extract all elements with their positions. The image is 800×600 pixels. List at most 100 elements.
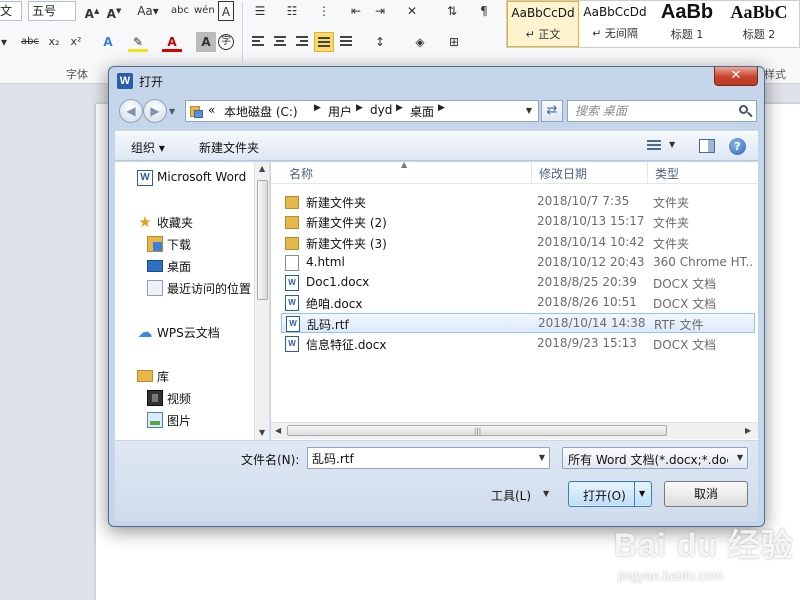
decrease-indent-icon[interactable]: ⇤ <box>346 1 366 21</box>
file-row[interactable]: 4.html 2018/10/12 20:43 360 Chrome HT... <box>281 253 755 273</box>
search-icon[interactable] <box>738 104 753 118</box>
file-name: 4.html <box>306 255 345 269</box>
line-spacing-icon[interactable]: ↕ <box>370 32 390 52</box>
filename-combo[interactable]: ▼ <box>307 447 550 469</box>
align-left-icon[interactable] <box>248 32 268 52</box>
refresh-button[interactable]: ⇄ <box>541 100 563 122</box>
align-center-icon[interactable] <box>270 32 290 52</box>
filetype-select[interactable]: 所有 Word 文档(*.docx;*.docm ▼ <box>562 447 748 469</box>
help-button[interactable]: ? <box>729 138 746 155</box>
breadcrumb-overflow[interactable]: « <box>208 103 215 117</box>
char-shading-icon[interactable]: A <box>196 32 216 52</box>
file-list-hscrollbar[interactable]: ◀ ||| ▶ <box>271 422 758 439</box>
breadcrumb-user[interactable]: dyd <box>370 103 392 117</box>
column-header-name[interactable]: 名称 <box>289 165 313 182</box>
file-row[interactable]: 新建文件夹 2018/10/7 7:35 文件夹 <box>281 192 755 212</box>
increase-indent-icon[interactable]: ⇥ <box>370 1 390 21</box>
breadcrumb-separator-icon[interactable]: ▶ <box>314 103 321 113</box>
preview-pane-button[interactable] <box>699 139 715 153</box>
nav-pane-scrollbar[interactable]: ▲ ▼ <box>254 162 269 440</box>
scroll-left-icon[interactable]: ◀ <box>275 426 281 435</box>
grow-font-icon[interactable]: A▲ <box>82 1 102 21</box>
multilevel-list-icon[interactable]: ⋮ <box>314 1 334 21</box>
filename-input[interactable] <box>308 448 528 468</box>
cancel-button[interactable]: 取消 <box>664 481 748 507</box>
borders-icon[interactable]: ⊞ <box>444 32 464 52</box>
tools-label: 工具(L) <box>491 489 532 503</box>
font-name-combo[interactable]: 文 <box>0 1 22 21</box>
superscript-icon[interactable]: x² <box>66 32 86 52</box>
file-row[interactable]: W 绝咱.docx 2018/8/26 10:51 DOCX 文档 <box>281 293 755 313</box>
font-color-icon[interactable]: A <box>162 32 182 52</box>
font-size-combo[interactable]: 五号 <box>28 1 76 21</box>
bullets-icon[interactable]: ☰ <box>250 1 270 21</box>
underline-dropdown-icon[interactable]: ▾ <box>0 32 14 52</box>
style-heading-1[interactable]: AaBb 标题 1 <box>651 1 723 47</box>
justify-icon[interactable] <box>314 32 334 52</box>
close-button[interactable]: ✕ <box>714 67 758 86</box>
scroll-down-icon[interactable]: ▼ <box>259 428 265 437</box>
dialog-titlebar[interactable]: W 打开 ✕ <box>109 67 764 95</box>
address-dropdown-icon[interactable]: ▼ <box>526 106 532 115</box>
style-no-spacing[interactable]: AaBbCcDd ↵ 无间隔 <box>579 1 651 47</box>
breadcrumb-desktop[interactable]: 桌面 <box>410 103 434 120</box>
scroll-up-icon[interactable]: ▲ <box>259 164 265 173</box>
show-marks-icon[interactable]: ¶ <box>474 1 494 21</box>
styles-group-label: 样式 <box>764 68 786 81</box>
folder-icon <box>285 196 299 209</box>
file-row-selected[interactable]: W 乱码.rtf 2018/10/14 14:38 RTF 文件 <box>281 313 755 333</box>
style-heading-2[interactable]: AaBbC 标题 2 <box>723 1 795 47</box>
breadcrumb-drive[interactable]: 本地磁盘 (C:) <box>224 103 298 120</box>
enclose-char-icon[interactable]: 字 <box>218 34 234 50</box>
file-row[interactable]: 新建文件夹 (3) 2018/10/14 10:42 文件夹 <box>281 233 755 253</box>
phonetic-guide-icon[interactable]: wén <box>194 1 215 21</box>
scroll-right-icon[interactable]: ▶ <box>745 426 751 435</box>
clear-format-icon[interactable]: abc <box>170 1 190 21</box>
style-normal[interactable]: AaBbCcDd ↵ 正文 <box>507 1 579 47</box>
breadcrumb-separator-icon[interactable]: ▶ <box>438 103 445 113</box>
file-row[interactable]: W 信息特征.docx 2018/9/23 15:13 DOCX 文档 <box>281 334 755 354</box>
search-box[interactable] <box>567 100 757 122</box>
file-date: 2018/10/13 15:17 <box>537 214 645 228</box>
strikethrough-icon[interactable]: abc <box>20 32 40 52</box>
scroll-thumb[interactable]: ||| <box>287 425 667 436</box>
change-case-icon[interactable]: Aa▾ <box>134 1 162 21</box>
subscript-icon[interactable]: x₂ <box>44 32 64 52</box>
file-row[interactable]: 新建文件夹 (2) 2018/10/13 15:17 文件夹 <box>281 212 755 232</box>
tools-button[interactable]: 工具(L) ▼ <box>487 483 559 505</box>
column-divider[interactable] <box>647 162 648 184</box>
back-button[interactable]: ◀ <box>119 99 143 123</box>
search-input[interactable] <box>568 101 734 121</box>
change-view-button[interactable]: ▼ <box>647 140 679 154</box>
open-button[interactable]: 打开(O) ▼ <box>568 481 652 507</box>
breadcrumb-separator-icon[interactable]: ▶ <box>396 103 403 113</box>
distributed-icon[interactable] <box>336 32 356 52</box>
chevron-down-icon[interactable]: ▼ <box>539 453 545 462</box>
shrink-font-icon[interactable]: A▼ <box>104 1 124 21</box>
shading-icon[interactable]: ◈ <box>410 32 430 52</box>
align-right-icon[interactable] <box>292 32 312 52</box>
new-folder-button[interactable]: 新建文件夹 <box>199 139 259 156</box>
file-row[interactable]: W Doc1.docx 2018/8/25 20:39 DOCX 文档 <box>281 273 755 293</box>
numbering-icon[interactable]: ☷ <box>282 1 302 21</box>
char-border-icon[interactable]: A <box>218 1 234 21</box>
open-options-dropdown[interactable]: ▼ <box>639 489 645 498</box>
column-divider[interactable] <box>531 162 532 184</box>
forward-button[interactable]: ▶ <box>143 99 167 123</box>
recent-locations-dropdown[interactable]: ▼ <box>169 107 175 116</box>
column-header-date[interactable]: 修改日期 <box>539 165 587 182</box>
chinese-layout-icon[interactable]: ✕ <box>402 1 422 21</box>
text-effect-icon[interactable]: A <box>98 32 118 52</box>
address-bar[interactable]: « 本地磁盘 (C:) ▶ 用户 ▶ dyd ▶ 桌面 ▶ ▼ <box>185 100 539 122</box>
nav-item-label: 最近访问的位置 <box>167 282 252 296</box>
nav-item-label: 下载 <box>167 238 192 252</box>
sort-icon[interactable]: ⇅ <box>442 1 462 21</box>
breadcrumb-users[interactable]: 用户 <box>328 103 352 120</box>
breadcrumb-separator-icon[interactable]: ▶ <box>356 103 363 113</box>
column-header-type[interactable]: 类型 <box>655 165 679 182</box>
organize-button[interactable]: 组织 ▾ <box>131 139 165 156</box>
scroll-thumb[interactable] <box>257 180 268 300</box>
highlight-icon[interactable]: ✎ <box>128 32 148 52</box>
file-date: 2018/8/25 20:39 <box>537 275 637 289</box>
style-name: ↵ 正文 <box>525 28 561 41</box>
